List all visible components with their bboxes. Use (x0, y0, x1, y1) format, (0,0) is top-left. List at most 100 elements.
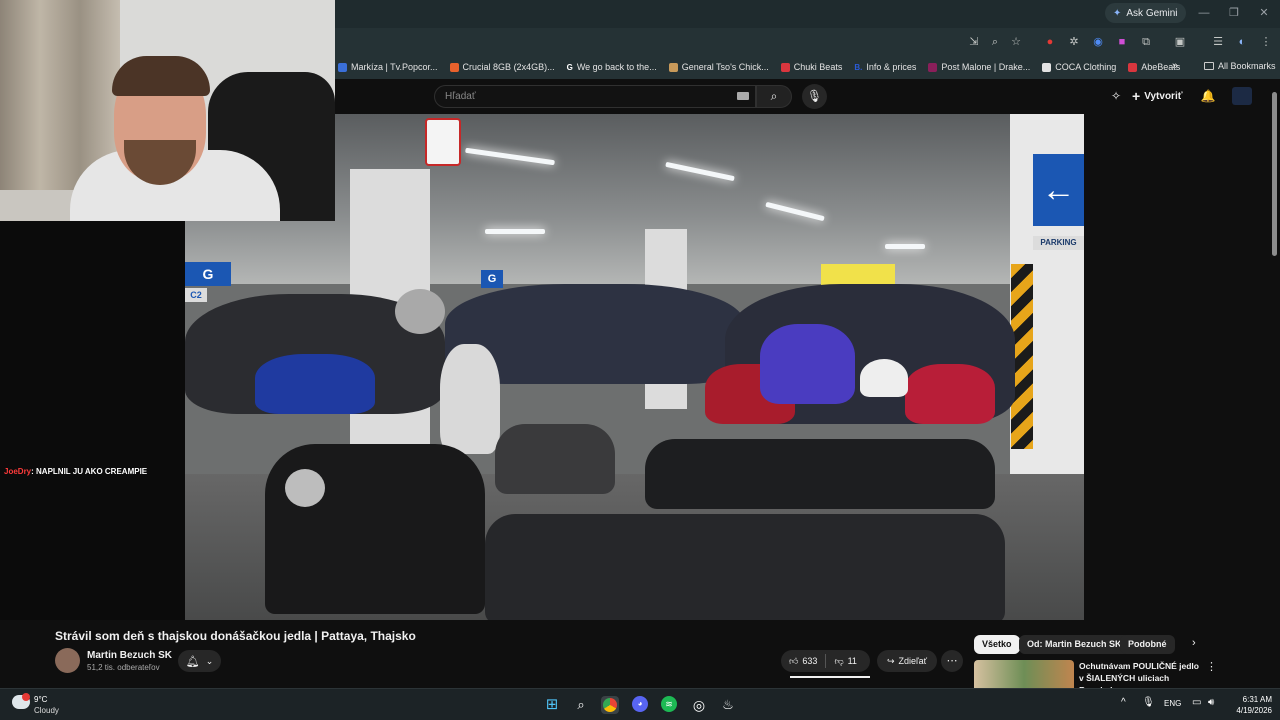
tray-language[interactable]: ENG (1164, 699, 1181, 708)
recommended-video-thumbnail[interactable] (974, 660, 1074, 688)
tray-mic-icon[interactable]: 🎙︎ (1142, 697, 1155, 708)
ask-gemini-button[interactable]: ✦ Ask Gemini (1105, 3, 1186, 23)
close-icon[interactable]: ✕ (1256, 5, 1272, 21)
video-details: Strávil som deň s thajskou donášačkou je… (0, 620, 1280, 695)
bookmark-favicon-icon (928, 62, 938, 72)
dislike-count: 11 (847, 656, 857, 666)
share-button[interactable]: ↪ Zdieľať (877, 650, 937, 672)
extension-red-icon[interactable]: ● (1042, 34, 1058, 50)
tray-volume-icon[interactable]: 🔊︎ (1208, 697, 1214, 708)
notifications-bell-icon[interactable]: 🔔 (1200, 88, 1216, 104)
video-motorbikes (760, 324, 855, 404)
like-button[interactable]: 👍︎ 633 (781, 650, 825, 672)
ask-gemini-label: Ask Gemini (1126, 7, 1178, 19)
extension-audio-icon[interactable]: ◉ (1090, 34, 1106, 50)
video-motorbike-seat (645, 439, 995, 509)
bookmarks-overflow-icon[interactable]: » (1172, 60, 1178, 72)
folder-icon (1204, 62, 1214, 70)
bell-icon: 🔔︎ (185, 655, 200, 668)
video-motorbikes (905, 364, 995, 424)
chevron-down-icon: ⌄ (205, 655, 214, 666)
obs-taskbar-icon[interactable]: ◎ (690, 696, 708, 714)
bookmark-favicon-icon (780, 62, 790, 72)
search-icon: ⌕ (770, 89, 778, 103)
discord-taskbar-icon[interactable]: ◕ (632, 696, 648, 712)
bookmark-label: Crucial 8GB (2x4GB)... (462, 62, 555, 72)
bookmark-favicon-icon (449, 62, 459, 72)
bookmark-item[interactable]: Crucial 8GB (2x4GB)... (444, 62, 561, 72)
page-scrollbar[interactable] (1272, 92, 1277, 256)
zoom-icon[interactable]: ⌕ (987, 34, 1003, 50)
minimize-icon[interactable]: — (1196, 5, 1212, 21)
bookmark-star-icon[interactable]: ☆ (1008, 34, 1024, 50)
account-avatar[interactable] (1232, 87, 1252, 105)
extension-purple-icon[interactable]: ■ (1114, 34, 1130, 50)
recommended-video-menu-icon[interactable]: ⋮ (1206, 660, 1217, 673)
dislike-button[interactable]: 👎︎ 11 (826, 650, 864, 672)
extensions-puzzle-icon[interactable]: ⧉ (1138, 34, 1154, 50)
bookmark-item[interactable]: Markíza | Tv.Popcor... (332, 62, 444, 72)
bookmark-label: Chuki Beats (793, 62, 843, 72)
secondary-column (1084, 114, 1280, 620)
more-actions-button[interactable]: ⋯ (941, 650, 963, 672)
channel-name[interactable]: Martin Bezuch SK (87, 650, 172, 661)
clock-time: 6:31 AM (1242, 695, 1272, 704)
reading-list-icon[interactable]: ☰ (1210, 34, 1226, 50)
subscriber-count: 51,2 tis. odberateľov (87, 663, 160, 672)
bookmarks-list: Markíza | Tv.Popcor... Crucial 8GB (2x4GB… (332, 62, 1186, 72)
tray-overflow-chevron-icon[interactable]: ^ (1121, 697, 1126, 708)
bookmark-item[interactable]: B. Info & prices (848, 62, 922, 72)
video-helmet (860, 359, 908, 397)
taskbar-search-icon[interactable]: ⌕ (572, 696, 590, 714)
create-button[interactable]: + Vytvoriť (1132, 88, 1183, 104)
create-label: Vytvoriť (1144, 90, 1183, 102)
like-dislike-group: 👍︎ 633 👎︎ 11 (781, 650, 870, 672)
restore-icon[interactable]: ❐ (1226, 5, 1242, 21)
weather-alert-badge (22, 693, 30, 701)
windows-taskbar: 9°C Cloudy ⊞ ⌕ ◕ ≋ ◎ ♨ ^ 🎙︎ ENG ▭ 🔊︎ 6:3… (0, 688, 1280, 720)
chips-next-chevron-icon[interactable]: › (1192, 637, 1196, 649)
all-bookmarks-button[interactable]: All Bookmarks (1198, 61, 1280, 71)
video-sign-g-small: G (481, 270, 503, 288)
search-button[interactable]: ⌕ (756, 85, 792, 108)
bookmark-item[interactable]: Post Malone | Drake... (922, 62, 1036, 72)
search-input[interactable]: Hľadať (434, 85, 756, 108)
windows-start-icon[interactable]: ⊞ (543, 696, 561, 714)
video-parking-sign: PARKING (1033, 236, 1084, 250)
chip-related[interactable]: Podobné (1120, 635, 1175, 654)
subscription-bell-button[interactable]: 🔔︎ ⌄ (178, 650, 221, 672)
chat-message: JoeDry: NAPLNIL JU AKO CREAMPIE (4, 467, 147, 476)
like-ratio-bar (790, 676, 870, 678)
bookmark-item[interactable]: COCA Clothing (1036, 62, 1122, 72)
chip-from-channel[interactable]: Od: Martin Bezuch SK (1019, 635, 1130, 654)
video-motorbike-seat (485, 514, 1005, 620)
bookmark-favicon-icon (338, 62, 347, 72)
taskbar-clock[interactable]: 6:31 AM 4/19/2026 (1222, 694, 1272, 716)
chrome-taskbar-icon[interactable] (601, 696, 619, 714)
menu-kebab-icon[interactable]: ⋮ (1258, 34, 1274, 50)
channel-avatar[interactable] (55, 648, 80, 673)
voice-search-button[interactable]: 🎙 (802, 84, 827, 109)
video-sign-g: G (185, 262, 231, 286)
video-title: Strávil som deň s thajskou donášačkou je… (55, 629, 416, 643)
steam-taskbar-icon[interactable]: ♨ (719, 696, 737, 714)
bookmark-label: Info & prices (866, 62, 917, 72)
bookmark-favicon-icon: G (566, 62, 573, 72)
bookmark-item[interactable]: G We go back to the... (561, 62, 663, 72)
spotify-taskbar-icon[interactable]: ≋ (661, 696, 677, 712)
streamer-tool-icon[interactable]: ✧ (1108, 88, 1124, 104)
bookmark-favicon-icon (668, 62, 678, 72)
tray-network-icon[interactable]: ▭ (1192, 697, 1201, 708)
extension-puzzle-dim-icon[interactable]: ✲ (1066, 34, 1082, 50)
install-app-icon[interactable]: ⇲ (966, 34, 982, 50)
video-light (885, 244, 925, 249)
chip-all[interactable]: Všetko (974, 635, 1020, 654)
no-pedestrian-sign-icon (425, 118, 461, 166)
split-view-icon[interactable]: ▣ (1172, 34, 1188, 50)
profile-avatar-icon[interactable]: ◐ (1234, 34, 1250, 50)
keyboard-icon[interactable] (737, 92, 749, 100)
bookmark-item[interactable]: Chuki Beats (775, 62, 849, 72)
share-icon: ↪ (886, 655, 895, 666)
bookmark-item[interactable]: General Tso's Chick... (663, 62, 775, 72)
video-light (485, 229, 545, 234)
